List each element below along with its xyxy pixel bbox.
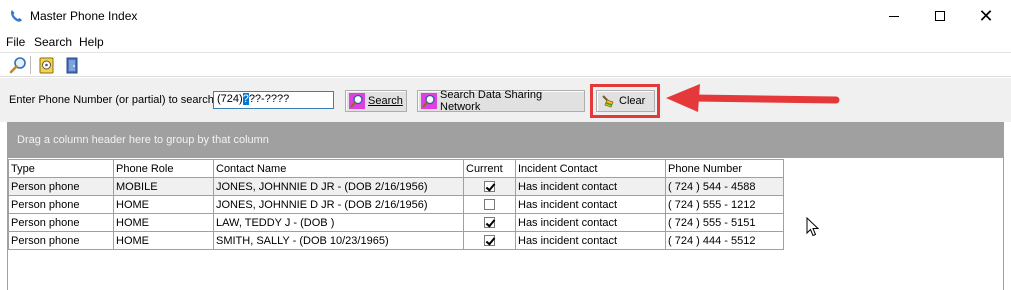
column-header-contact-name[interactable]: Contact Name (213, 159, 464, 178)
column-header-current[interactable]: Current (463, 159, 516, 178)
title-bar: Master Phone Index ✕ (0, 0, 1011, 32)
cell-contact-name: JONES, JOHNNIE D JR - (DOB 2/16/1956) (213, 177, 464, 196)
cell-phone-role: MOBILE (113, 177, 214, 196)
menu-search[interactable]: Search (34, 35, 72, 49)
menu-help[interactable]: Help (79, 35, 104, 49)
cell-type: Person phone (8, 231, 114, 250)
cell-contact-name: JONES, JOHNNIE D JR - (DOB 2/16/1956) (213, 195, 464, 214)
minimize-button[interactable] (871, 0, 917, 32)
cell-phone-role: HOME (113, 195, 214, 214)
table-row[interactable]: Person phone HOME SMITH, SALLY - (DOB 10… (8, 231, 784, 250)
current-checkbox[interactable] (484, 199, 495, 211)
group-by-panel[interactable]: Drag a column header here to group by th… (7, 122, 1004, 158)
cell-phone-number: ( 724 ) 555 - 1212 (665, 195, 784, 214)
cell-phone-number: ( 724 ) 555 - 5151 (665, 213, 784, 232)
cell-incident-contact: Has incident contact (515, 177, 666, 196)
phone-results-table: Type Phone Role Contact Name Current Inc… (8, 159, 784, 250)
cell-incident-contact: Has incident contact (515, 213, 666, 232)
close-button[interactable]: ✕ (963, 0, 1009, 32)
cell-incident-contact: Has incident contact (515, 195, 666, 214)
phone-search-label: Enter Phone Number (or partial) to searc… (9, 94, 217, 106)
toolbar (0, 52, 1011, 77)
mouse-cursor-icon (806, 217, 820, 237)
phone-book-icon[interactable] (37, 55, 57, 75)
results-grid: Drag a column header here to group by th… (7, 122, 1004, 290)
phone-number-input[interactable]: (724)???-???? (213, 91, 334, 109)
table-row[interactable]: Person phone HOME JONES, JOHNNIE D JR - … (8, 195, 784, 214)
table-row[interactable]: Person phone MOBILE JONES, JOHNNIE D JR … (8, 177, 784, 196)
menu-file[interactable]: File (6, 35, 25, 49)
annotation-arrow (666, 84, 840, 112)
close-icon: ✕ (978, 5, 994, 26)
current-checkbox[interactable] (484, 235, 495, 247)
magnifier-icon[interactable] (8, 55, 28, 75)
current-checkbox[interactable] (484, 217, 495, 229)
search-panel: Enter Phone Number (or partial) to searc… (0, 78, 1011, 122)
column-header-phone-number[interactable]: Phone Number (665, 159, 784, 178)
cell-current (463, 177, 516, 196)
toolbar-separator (30, 56, 31, 74)
phone-value-prefix: (724) (217, 93, 243, 105)
group-by-hint: Drag a column header here to group by th… (17, 134, 269, 146)
cell-contact-name: LAW, TEDDY J - (DOB ) (213, 213, 464, 232)
maximize-button[interactable] (917, 0, 963, 32)
search-icon (349, 93, 365, 109)
cell-current (463, 195, 516, 214)
current-checkbox[interactable] (484, 181, 495, 193)
cell-current (463, 213, 516, 232)
maximize-icon (935, 11, 945, 21)
grid-right-border (1003, 158, 1004, 290)
table-header-row: Type Phone Role Contact Name Current Inc… (8, 159, 784, 178)
cell-incident-contact: Has incident contact (515, 231, 666, 250)
phone-value-suffix: ??-???? (248, 93, 290, 105)
cell-current (463, 231, 516, 250)
cell-phone-number: ( 724 ) 444 - 5512 (665, 231, 784, 250)
search-button-label: Search (368, 95, 403, 107)
search-data-sharing-network-button[interactable]: Search Data Sharing Network (417, 89, 585, 113)
annotation-highlight-box (590, 84, 660, 118)
window-title: Master Phone Index (30, 9, 138, 23)
cell-type: Person phone (8, 195, 114, 214)
exit-door-icon[interactable] (62, 55, 82, 75)
cell-contact-name: SMITH, SALLY - (DOB 10/23/1965) (213, 231, 464, 250)
column-header-phone-role[interactable]: Phone Role (113, 159, 214, 178)
column-header-type[interactable]: Type (8, 159, 114, 178)
dsn-button-label: Search Data Sharing Network (440, 89, 543, 113)
cell-type: Person phone (8, 213, 114, 232)
phone-handset-icon (11, 10, 22, 22)
minimize-icon (889, 15, 899, 17)
cell-phone-role: HOME (113, 213, 214, 232)
cell-type: Person phone (8, 177, 114, 196)
search-network-icon (421, 93, 437, 109)
cell-phone-number: ( 724 ) 544 - 4588 (665, 177, 784, 196)
cell-phone-role: HOME (113, 231, 214, 250)
table-row[interactable]: Person phone HOME LAW, TEDDY J - (DOB ) … (8, 213, 784, 232)
search-button[interactable]: Search (345, 90, 407, 112)
column-header-incident-contact[interactable]: Incident Contact (515, 159, 666, 178)
